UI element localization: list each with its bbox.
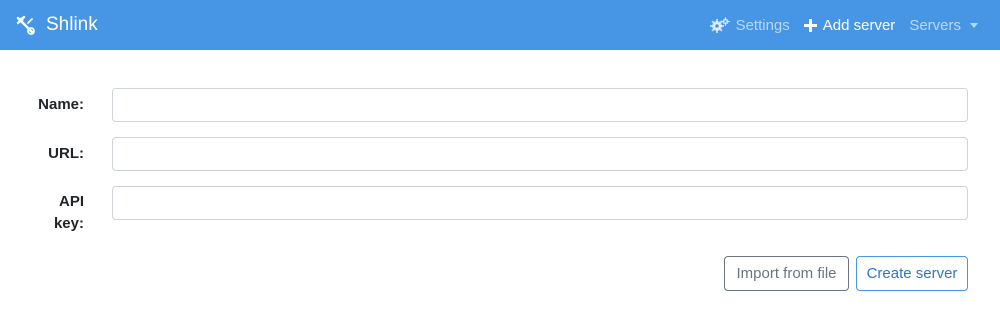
- gears-icon: [709, 17, 730, 33]
- add-server-link[interactable]: Add server: [803, 16, 896, 34]
- name-label: Name:: [38, 96, 84, 113]
- caret-down-icon: [970, 22, 978, 28]
- api-key-label-line2: key:: [53, 215, 84, 232]
- brand-name: Shlink: [46, 14, 98, 35]
- servers-label: Servers: [909, 16, 961, 34]
- settings-link[interactable]: Settings: [709, 16, 790, 34]
- navbar: Shlink Settings Add server Servers: [0, 0, 1000, 50]
- brand-link[interactable]: Shlink: [14, 0, 98, 50]
- add-server-label: Add server: [822, 16, 896, 34]
- url-label: URL:: [48, 145, 84, 162]
- import-from-file-button[interactable]: Import from file: [724, 256, 849, 291]
- plus-icon: [803, 18, 817, 32]
- api-key-input[interactable]: [112, 186, 968, 220]
- api-key-label-line1: API: [58, 193, 84, 210]
- settings-label: Settings: [735, 16, 790, 34]
- create-server-button[interactable]: Create server: [856, 256, 968, 291]
- api-key-label: API key:: [22, 191, 84, 235]
- url-input[interactable]: [112, 137, 968, 171]
- servers-dropdown[interactable]: Servers: [909, 17, 978, 34]
- navbar-menu: Settings Add server Servers: [709, 0, 978, 50]
- shlink-logo-icon: [14, 13, 38, 37]
- name-input[interactable]: [112, 88, 968, 122]
